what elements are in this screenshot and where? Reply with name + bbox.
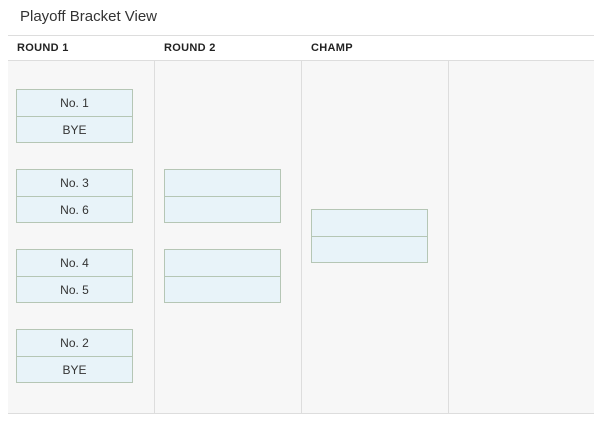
round2-match-2 <box>164 249 281 303</box>
team-slot[interactable]: No. 3 <box>17 170 132 196</box>
team-slot[interactable]: No. 2 <box>17 330 132 356</box>
team-slot[interactable]: No. 4 <box>17 250 132 276</box>
page-title: Playoff Bracket View <box>20 8 158 25</box>
team-slot[interactable]: No. 5 <box>17 276 132 303</box>
team-slot[interactable] <box>165 250 280 276</box>
column-header-round-1: ROUND 1 <box>17 42 69 54</box>
round1-match-3: No. 4 No. 5 <box>16 249 133 303</box>
bracket-body: No. 1 BYE No. 3 No. 6 No. 4 No. 5 No. 2 … <box>8 61 594 413</box>
champ-match <box>311 209 428 263</box>
round1-match-4: No. 2 BYE <box>16 329 133 383</box>
column-divider <box>448 61 449 413</box>
bracket-panel: ROUND 1 ROUND 2 CHAMP No. 1 BYE No. 3 No… <box>8 35 594 414</box>
column-header-champ: CHAMP <box>311 42 353 54</box>
column-divider <box>154 61 155 413</box>
round1-match-1: No. 1 BYE <box>16 89 133 143</box>
round1-match-2: No. 3 No. 6 <box>16 169 133 223</box>
team-slot[interactable]: BYE <box>17 116 132 143</box>
team-slot[interactable] <box>165 276 280 303</box>
team-slot[interactable] <box>312 236 427 263</box>
column-header-row: ROUND 1 ROUND 2 CHAMP <box>8 36 594 61</box>
team-slot[interactable] <box>165 170 280 196</box>
team-slot[interactable] <box>312 210 427 236</box>
team-slot[interactable]: No. 1 <box>17 90 132 116</box>
team-slot[interactable]: No. 6 <box>17 196 132 223</box>
column-divider <box>301 61 302 413</box>
column-header-round-2: ROUND 2 <box>164 42 216 54</box>
round2-match-1 <box>164 169 281 223</box>
team-slot[interactable]: BYE <box>17 356 132 383</box>
team-slot[interactable] <box>165 196 280 223</box>
